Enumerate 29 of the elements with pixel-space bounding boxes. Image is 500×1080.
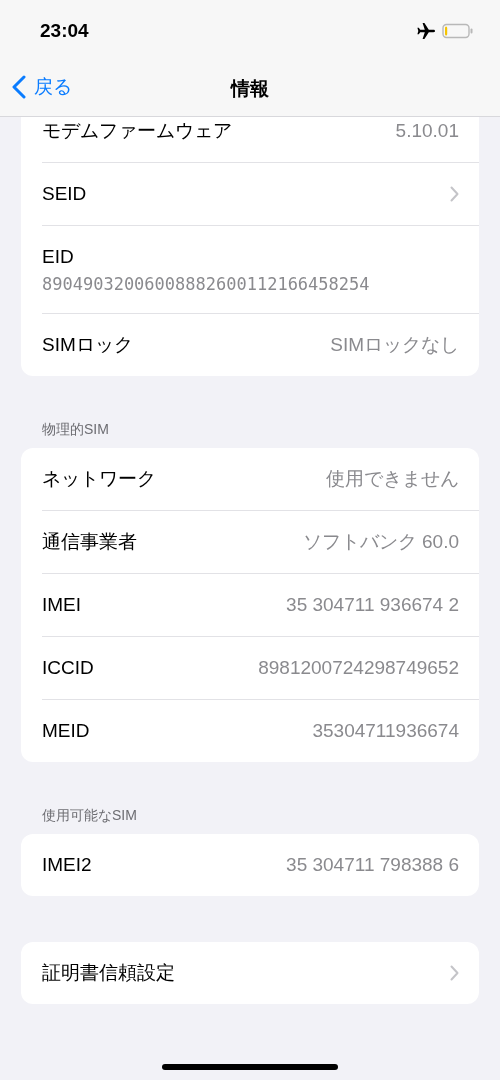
- row-label: 通信事業者: [42, 530, 137, 554]
- row-value: 使用できません: [326, 467, 459, 491]
- row-value: 35 304711 798388 6: [286, 854, 459, 876]
- row-label: IMEI: [42, 594, 82, 616]
- row-label: ICCID: [42, 657, 94, 679]
- nav-title: 情報: [231, 77, 269, 101]
- section-header: 使用可能なSIM: [41, 806, 138, 825]
- row-value: 89049032006008882600112166458254: [42, 273, 370, 294]
- chevron-right-icon: [450, 965, 459, 981]
- row-label: EID: [42, 245, 74, 268]
- row-label: ネットワーク: [42, 467, 156, 491]
- battery-icon: [442, 23, 474, 39]
- row-value: ソフトバンク 60.0: [302, 530, 459, 554]
- row-value: 35 304711 936674 2: [286, 594, 459, 616]
- section-header: 物理的SIM: [41, 420, 110, 439]
- status-time: 23:04: [40, 20, 89, 42]
- chevron-right-icon: [450, 186, 459, 202]
- link-row[interactable]: 証明書信頼設定: [42, 942, 479, 1004]
- chevron-left-icon: [12, 75, 26, 99]
- link-row[interactable]: SEID: [42, 163, 479, 226]
- row-label: モデムファームウェア: [42, 119, 232, 143]
- row-value: 8981200724298749652: [258, 657, 459, 679]
- row-value: 5.10.01: [395, 120, 459, 142]
- row-label: IMEI2: [42, 854, 92, 876]
- back-button[interactable]: 戻る: [12, 74, 72, 100]
- row-value: 35304711936674: [312, 720, 459, 742]
- row-value: SIMロックなし: [330, 333, 459, 357]
- row-label: SIMロック: [42, 333, 133, 357]
- row-label: MEID: [42, 720, 90, 742]
